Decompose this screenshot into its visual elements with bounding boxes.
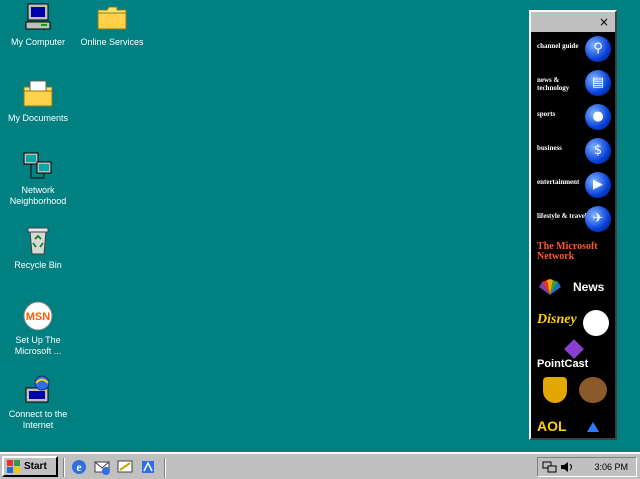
desktop-icon-label: Recycle Bin [14, 260, 62, 270]
aol-logo-text: AOL [537, 418, 567, 434]
channel-label: news & technology [537, 76, 570, 92]
windows-logo-icon [7, 460, 20, 473]
channel-disney[interactable]: Disney [533, 306, 613, 338]
pointcast-mark-icon [564, 339, 584, 359]
msn-logo-text: The Microsoft Network [537, 241, 598, 262]
internet-connect-icon [21, 374, 55, 406]
outlook-express-icon[interactable] [93, 458, 111, 476]
mickey-icon [583, 310, 609, 336]
network-status-icon[interactable] [542, 460, 558, 474]
desktop-icon-label: Online Services [80, 37, 144, 47]
msnbc-news-label: News [573, 280, 605, 294]
dollar-icon: $ [585, 138, 611, 164]
taskbar: Start e 3:06 PM [0, 452, 640, 479]
taz-icon [579, 377, 607, 403]
magnifier-icon: ⚲ [585, 36, 611, 62]
airplane-icon: ✈ [585, 206, 611, 232]
channel-lifestyle-travel[interactable]: lifestyle & travel ✈ [533, 204, 613, 236]
view-channels-icon[interactable] [139, 458, 157, 476]
taskbar-separator [164, 458, 166, 477]
channel-label: business [537, 144, 562, 152]
channel-news-technology[interactable]: news & technology ▤ [533, 68, 613, 100]
folder-icon [95, 2, 129, 34]
peacock-icon [539, 279, 561, 295]
svg-text:e: e [76, 460, 82, 474]
desktop-icon-recycle-bin[interactable]: Recycle Bin [0, 225, 76, 291]
svg-text:MSN: MSN [26, 311, 51, 323]
channel-label: channel guide [537, 42, 579, 50]
desktop-icon-label: My Computer [10, 37, 65, 47]
channel-warner-bros[interactable] [533, 374, 613, 406]
disney-logo-text: Disney [537, 312, 577, 327]
channel-sports[interactable]: sports ● [533, 102, 613, 134]
system-tray: 3:06 PM [537, 457, 637, 477]
channel-label: sports [537, 110, 556, 118]
desktop-icon-label: Set Up The Microsoft ... [14, 335, 62, 356]
msn-icon: MSN [21, 300, 55, 332]
desktop-icon-network-neighborhood[interactable]: Network Neighborhood [0, 150, 76, 216]
newspaper-icon: ▤ [585, 70, 611, 96]
channel-label: lifestyle & travel [537, 212, 587, 220]
desktop-icon-label: My Documents [7, 113, 69, 123]
pointcast-logo-text: PointCast [537, 358, 589, 370]
channel-entertainment[interactable]: entertainment ▶ [533, 170, 613, 202]
channel-msnbc-news[interactable]: News [533, 272, 613, 304]
wb-shield-icon [543, 377, 567, 403]
desktop-icon-my-documents[interactable]: My Documents [0, 78, 76, 144]
ball-icon: ● [585, 104, 611, 130]
start-button[interactable]: Start [2, 456, 58, 477]
start-label: Start [24, 461, 47, 472]
show-desktop-icon[interactable] [116, 458, 134, 476]
desktop-icon-label: Connect to the Internet [8, 409, 68, 430]
recycle-bin-icon [21, 225, 55, 257]
channel-pointcast[interactable]: PointCast [533, 339, 613, 372]
taskbar-clock[interactable]: 3:06 PM [594, 461, 628, 473]
channel-business[interactable]: business $ [533, 136, 613, 168]
close-icon[interactable]: × [599, 15, 609, 29]
channel-label: entertainment [537, 178, 580, 186]
taskbar-separator [63, 458, 65, 477]
desktop-icon-online-services[interactable]: Online Services [74, 2, 150, 68]
channel-aol[interactable]: AOL [533, 408, 613, 438]
volume-icon[interactable] [559, 460, 575, 474]
desktop[interactable]: My Computer Online Services My Documents [0, 0, 640, 452]
desktop-icon-connect-internet[interactable]: Connect to the Internet [0, 374, 76, 440]
aol-triangle-icon [587, 422, 599, 432]
channel-microsoft-network[interactable]: The Microsoft Network [533, 238, 613, 270]
network-icon [21, 150, 55, 182]
computer-icon [21, 2, 55, 34]
desktop-icon-label: Network Neighborhood [9, 185, 67, 206]
channel-bar-titlebar[interactable]: × [531, 12, 615, 32]
channel-bar[interactable]: × channel guide ⚲ news & technology ▤ sp… [529, 10, 617, 440]
channel-guide[interactable]: channel guide ⚲ [533, 34, 613, 66]
film-icon: ▶ [585, 172, 611, 198]
documents-folder-icon [21, 78, 55, 110]
desktop-icon-my-computer[interactable]: My Computer [0, 2, 76, 68]
desktop-icon-setup-msn[interactable]: MSN Set Up The Microsoft ... [0, 300, 76, 366]
internet-explorer-icon[interactable]: e [70, 458, 88, 476]
